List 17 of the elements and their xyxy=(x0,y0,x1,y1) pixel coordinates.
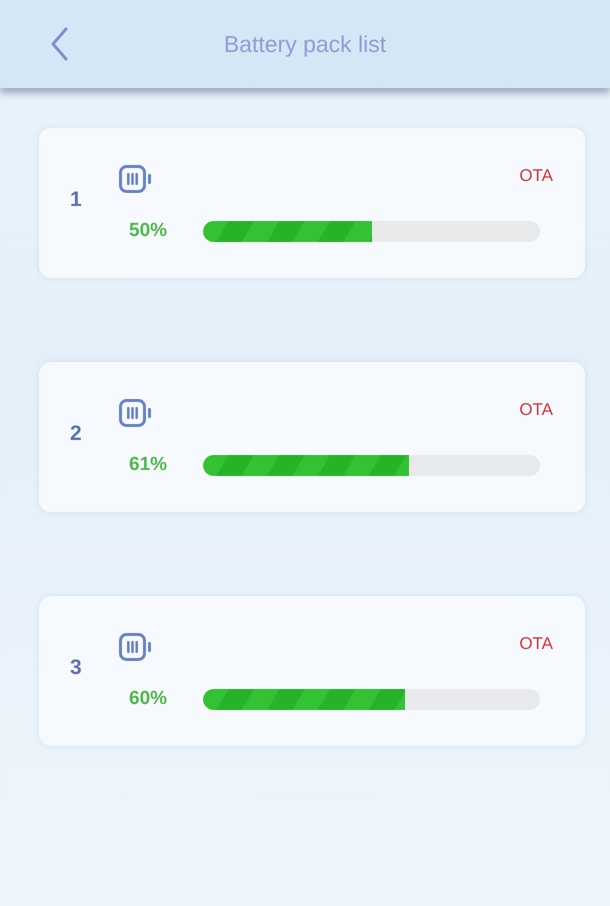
page-title: Battery pack list xyxy=(224,30,386,59)
pack-number: 1 xyxy=(70,188,82,212)
battery-pack-card[interactable]: 3 OTA 60% xyxy=(39,596,585,746)
ota-link[interactable]: OTA xyxy=(519,630,553,656)
ota-link[interactable]: OTA xyxy=(519,162,553,188)
back-chevron-icon xyxy=(50,27,68,61)
battery-icon xyxy=(119,164,151,193)
battery-icon xyxy=(119,398,151,427)
charge-percentage: 61% xyxy=(129,452,168,477)
battery-icon xyxy=(119,632,151,661)
battery-pack-card[interactable]: 1 OTA 50% xyxy=(39,128,585,278)
ota-link[interactable]: OTA xyxy=(519,396,553,422)
pack-number: 2 xyxy=(70,422,82,446)
charge-percentage: 50% xyxy=(129,218,168,243)
pack-number: 3 xyxy=(70,656,82,680)
battery-pack-card[interactable]: 2 OTA 61% xyxy=(39,362,585,512)
charge-percentage: 60% xyxy=(129,686,168,711)
